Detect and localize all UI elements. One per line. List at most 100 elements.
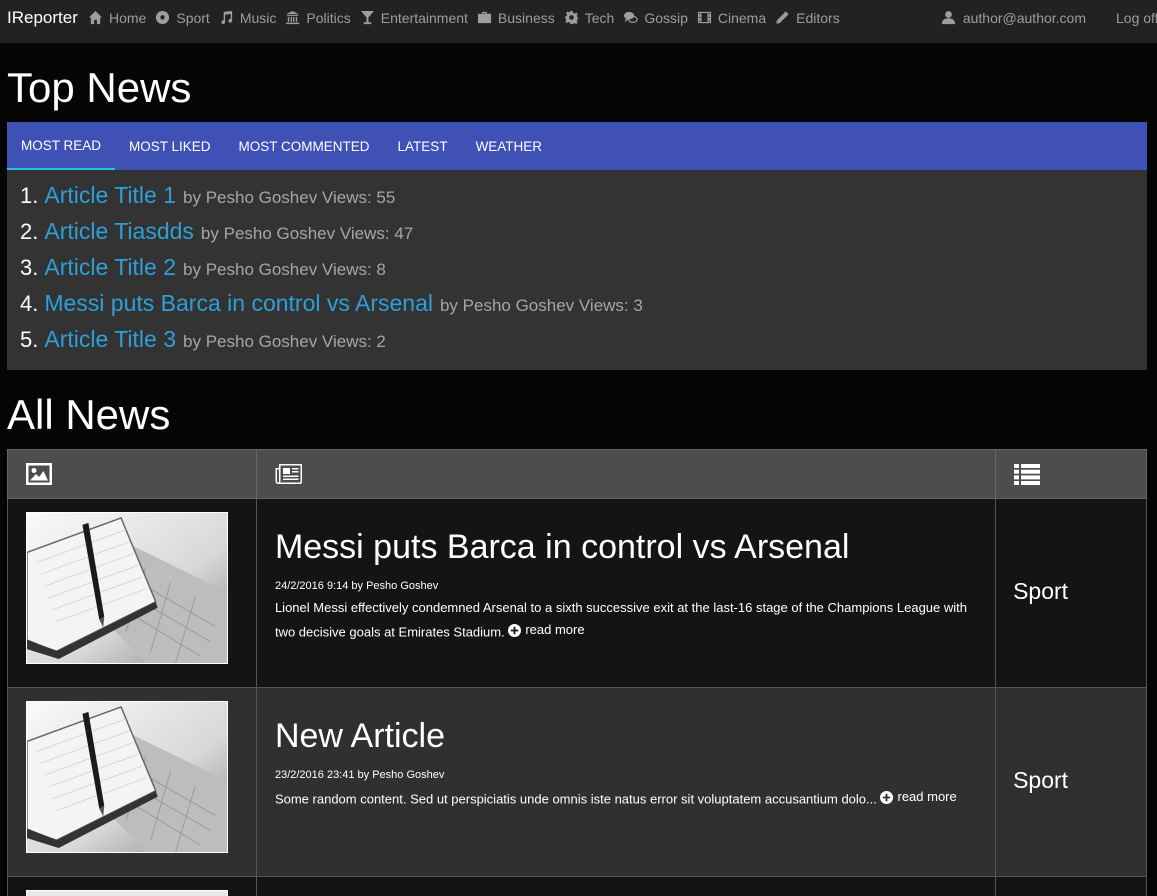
- nav-item-music[interactable]: Music: [219, 10, 276, 26]
- nav-item-entertainment[interactable]: Entertainment: [360, 10, 468, 26]
- nav-item-label: Gossip: [644, 9, 688, 26]
- article-excerpt: Some random content. Sed ut perspiciatis…: [275, 786, 977, 811]
- list-item: 2. Article Tiasdds by Pesho Goshev Views…: [20, 218, 1147, 254]
- nav-item-editors[interactable]: Editors: [775, 10, 840, 26]
- nav-item-label: Cinema: [717, 9, 767, 26]
- top-news-tabs: Most Read Most Liked Most Commented Late…: [7, 122, 1147, 170]
- picture-icon: [26, 463, 52, 485]
- list-item: 5. Article Title 3 by Pesho Goshev Views…: [20, 326, 1147, 362]
- bank-icon: [286, 10, 300, 25]
- thumbnail-cell: [7, 876, 257, 896]
- article-excerpt: Lionel Messi effectively condemned Arsen…: [275, 597, 977, 644]
- article-category: Sport: [1013, 578, 1069, 604]
- user-icon: [941, 11, 955, 25]
- rank-number: 5.: [20, 327, 39, 352]
- article-cell: [255, 876, 997, 896]
- article-link[interactable]: Article Title 3: [44, 326, 176, 353]
- music-note-icon: [221, 10, 232, 25]
- nav-item-label: Entertainment: [380, 9, 468, 26]
- nav-item-cinema[interactable]: Cinema: [697, 10, 766, 26]
- list-item: 4. Messi puts Barca in control vs Arsena…: [20, 290, 1147, 326]
- list-icon: [1014, 464, 1041, 485]
- top-news-panel: Most Read Most Liked Most Commented Late…: [7, 122, 1147, 370]
- all-news-heading: All News: [7, 391, 171, 438]
- article-thumbnail[interactable]: [26, 512, 228, 664]
- table-row: Messi puts Barca in control vs Arsenal 2…: [7, 498, 1147, 688]
- top-navbar: IReporter Home Sport Music Politics Ente…: [0, 0, 1157, 43]
- logoff-link[interactable]: Log off: [1116, 10, 1157, 26]
- list-item: 1. Article Title 1 by Pesho Goshev Views…: [20, 182, 1147, 218]
- read-more-link[interactable]: read more: [880, 786, 957, 808]
- category-cell: Sport: [995, 498, 1147, 688]
- read-more-label: read more: [897, 789, 957, 805]
- thumbnail-cell: [7, 498, 257, 688]
- article-meta: by Pesho Goshev Views: 3: [439, 296, 643, 315]
- article-meta: 24/2/2016 9:14 by Pesho Goshev: [274, 580, 439, 593]
- category-column-header: [995, 449, 1147, 499]
- table-row: New Article 23/2/2016 23:41 by Pesho Gos…: [7, 687, 1147, 877]
- tab-most-commented[interactable]: Most Commented: [225, 122, 384, 170]
- nav-item-tech[interactable]: Tech: [564, 9, 615, 26]
- article-link[interactable]: Article Tiasdds: [44, 218, 194, 245]
- rank-number: 2.: [20, 219, 39, 244]
- nav-item-politics[interactable]: Politics: [285, 9, 351, 26]
- article-link[interactable]: Article Title 2: [44, 254, 176, 281]
- article-meta: by Pesho Goshev Views: 55: [183, 188, 396, 207]
- rank-number: 1.: [20, 183, 39, 208]
- read-more-link[interactable]: read more: [508, 619, 585, 641]
- tab-weather[interactable]: Weather: [462, 122, 557, 170]
- tab-most-read[interactable]: Most Read: [7, 122, 116, 170]
- article-meta: 23/2/2016 23:41 by Pesho Goshev: [274, 769, 445, 782]
- rank-number: 4.: [20, 291, 39, 316]
- article-thumbnail[interactable]: [26, 701, 228, 853]
- user-email: author@author.com: [962, 9, 1086, 26]
- article-title[interactable]: Messi puts Barca in control vs Arsenal: [275, 528, 995, 566]
- pencil-icon: [776, 11, 789, 24]
- plus-circle-icon: [880, 790, 894, 804]
- soccer-ball-icon: [156, 10, 170, 25]
- user-account-link[interactable]: author@author.com: [941, 10, 1086, 26]
- read-more-label: read more: [525, 622, 585, 638]
- image-column-header: [7, 449, 257, 499]
- briefcase-icon: [477, 11, 491, 24]
- article-cell: Messi puts Barca in control vs Arsenal 2…: [255, 498, 997, 688]
- newspaper-icon: [275, 464, 302, 484]
- user-menu: author@author.com Log off: [941, 0, 1157, 35]
- top-news-list: 1. Article Title 1 by Pesho Goshev Views…: [7, 170, 1147, 362]
- plus-circle-icon: [508, 623, 522, 637]
- article-category: Sport: [1013, 767, 1069, 793]
- nav-item-home[interactable]: Home: [88, 10, 146, 26]
- nav-menu: Home Sport Music Politics Entertainment …: [88, 0, 849, 35]
- article-link[interactable]: Messi puts Barca in control vs Arsenal: [44, 290, 433, 317]
- film-icon: [697, 11, 711, 24]
- brand-logo[interactable]: IReporter: [7, 8, 78, 28]
- nav-item-sport[interactable]: Sport: [155, 9, 210, 26]
- thumbnail-cell: [7, 687, 257, 877]
- article-meta: by Pesho Goshev Views: 47: [200, 224, 414, 243]
- article-excerpt-text: Lionel Messi effectively condemned Arsen…: [274, 600, 967, 640]
- nav-item-label: Politics: [306, 9, 351, 26]
- article-meta: by Pesho Goshev Views: 2: [183, 332, 386, 351]
- tab-most-liked[interactable]: Most Liked: [115, 122, 225, 170]
- article-cell: New Article 23/2/2016 23:41 by Pesho Gos…: [255, 687, 997, 877]
- nav-item-label: Editors: [796, 9, 840, 26]
- article-meta: by Pesho Goshev Views: 8: [183, 260, 386, 279]
- gear-icon: [564, 10, 578, 25]
- category-cell: [995, 876, 1147, 896]
- article-title[interactable]: New Article: [275, 717, 995, 755]
- article-thumbnail[interactable]: [26, 890, 228, 896]
- home-icon: [88, 10, 103, 25]
- article-excerpt-text: Some random content. Sed ut perspiciatis…: [274, 791, 881, 807]
- table-header-row: [7, 449, 1147, 499]
- all-news-table: Messi puts Barca in control vs Arsenal 2…: [7, 449, 1147, 896]
- tab-latest[interactable]: Latest: [384, 122, 462, 170]
- chat-bubbles-icon: [624, 11, 638, 23]
- nav-item-label: Home: [109, 9, 147, 26]
- nav-item-label: Sport: [176, 9, 210, 26]
- nav-item-gossip[interactable]: Gossip: [623, 10, 688, 26]
- nav-item-business[interactable]: Business: [477, 10, 555, 26]
- nav-item-label: Tech: [584, 9, 615, 26]
- article-link[interactable]: Article Title 1: [44, 182, 176, 209]
- nav-item-label: Business: [497, 9, 555, 26]
- rank-number: 3.: [20, 255, 39, 280]
